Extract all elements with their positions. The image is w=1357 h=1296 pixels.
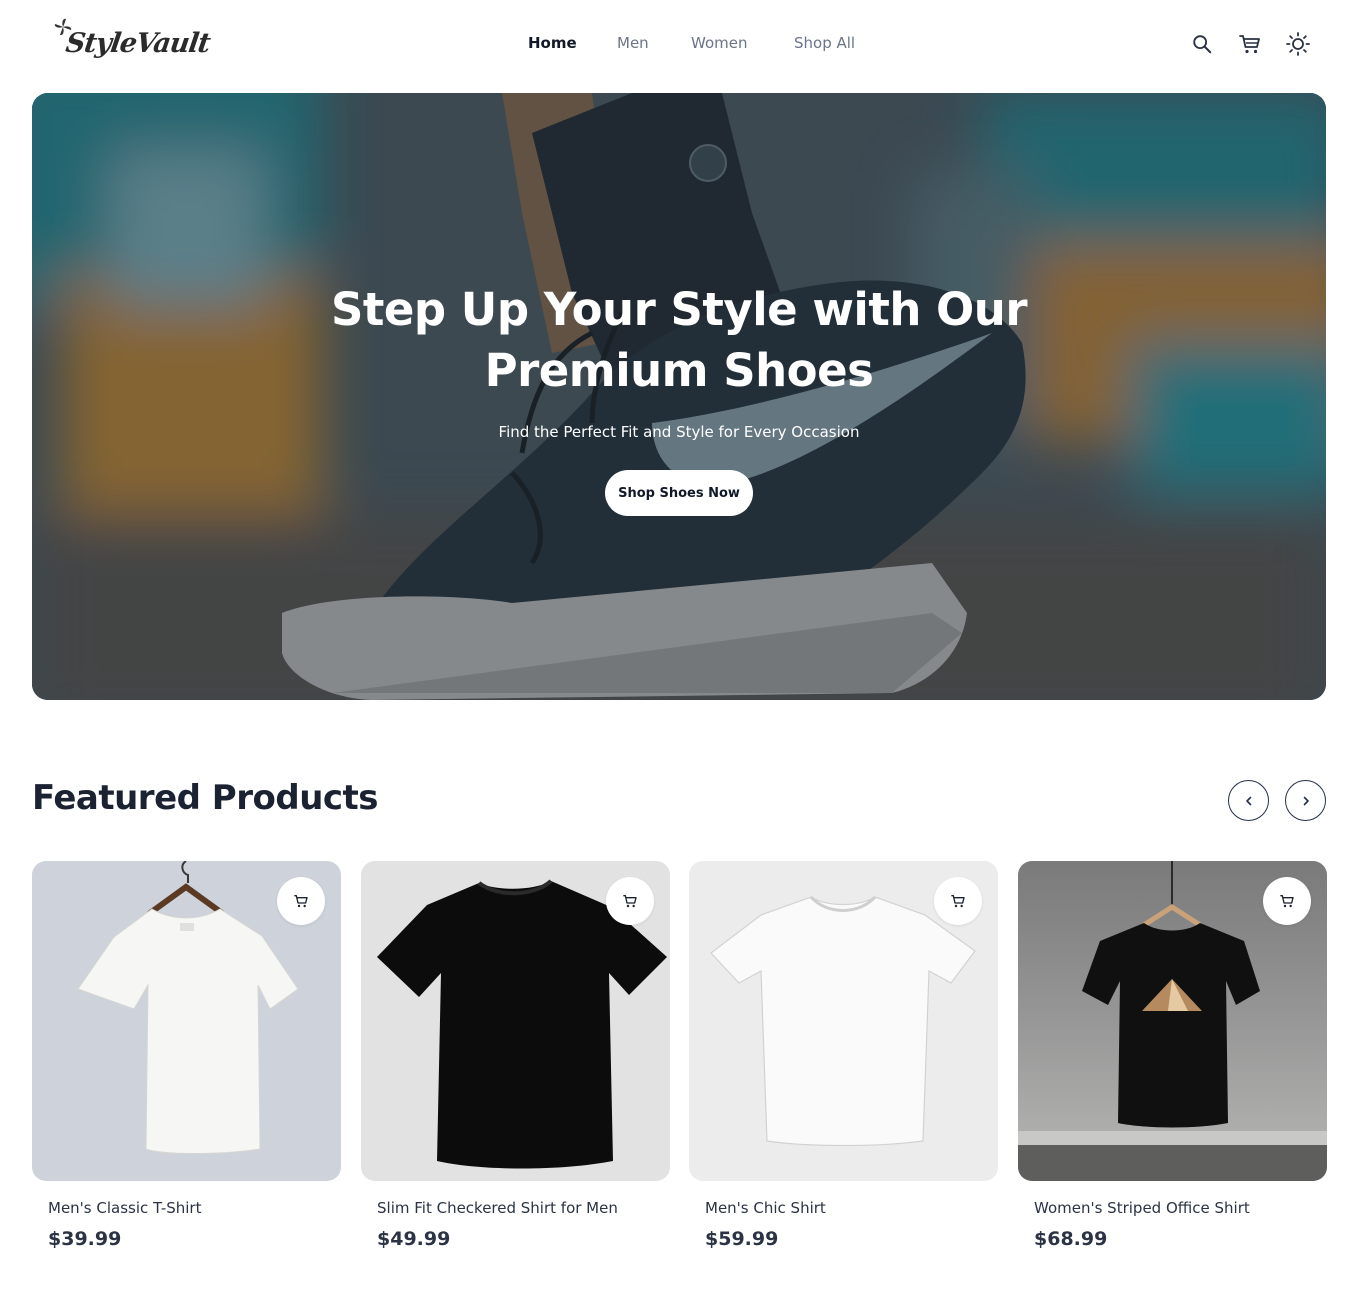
- site-header: StyleVault Home Men Women Shop All: [0, 0, 1357, 92]
- product-card[interactable]: Men's Chic Shirt $59.99: [689, 861, 998, 1261]
- hero-subtitle: Find the Perfect Fit and Style for Every…: [498, 423, 860, 441]
- hero-title-line1: Step Up Your Style with Our: [330, 283, 1028, 336]
- hero-banner: Step Up Your Style with Our Premium Shoe…: [32, 93, 1326, 700]
- cart-icon: [951, 895, 965, 908]
- product-price: $39.99: [48, 1228, 122, 1250]
- product-image[interactable]: [32, 861, 341, 1181]
- search-icon: [1193, 35, 1212, 54]
- product-price: $68.99: [1034, 1228, 1108, 1250]
- product-image[interactable]: [689, 861, 998, 1181]
- chevron-left-icon: [1245, 796, 1251, 805]
- hero-title: Step Up Your Style with Our Premium Shoe…: [32, 279, 1326, 401]
- carousel-prev-button[interactable]: [1228, 780, 1269, 821]
- brand-name: StyleVault: [63, 28, 212, 59]
- theme-toggle-button[interactable]: [1284, 30, 1312, 58]
- nav-women[interactable]: Women: [691, 34, 747, 52]
- nav-men[interactable]: Men: [617, 34, 649, 52]
- product-price: $59.99: [705, 1228, 779, 1250]
- brand-logo[interactable]: StyleVault: [52, 16, 212, 74]
- product-card[interactable]: Slim Fit Checkered Shirt for Men $49.99: [361, 861, 670, 1261]
- hero-title-line2: Premium Shoes: [484, 344, 874, 397]
- cart-icon: [623, 895, 637, 908]
- product-name[interactable]: Slim Fit Checkered Shirt for Men: [377, 1199, 618, 1217]
- chevron-right-icon: [1303, 796, 1309, 805]
- shop-shoes-button[interactable]: Shop Shoes Now: [605, 470, 753, 516]
- add-to-cart-button[interactable]: [1263, 877, 1311, 925]
- add-to-cart-button[interactable]: [934, 877, 982, 925]
- product-card[interactable]: Men's Classic T-Shirt $39.99: [32, 861, 341, 1261]
- featured-title: Featured Products: [32, 778, 379, 818]
- search-button[interactable]: [1188, 30, 1216, 58]
- sun-icon: [1286, 32, 1310, 56]
- product-card[interactable]: Women's Striped Office Shirt $68.99: [1018, 861, 1327, 1261]
- cart-icon: [1239, 35, 1260, 54]
- cart-icon: [294, 895, 308, 908]
- add-to-cart-button[interactable]: [606, 877, 654, 925]
- nav-shop-all[interactable]: Shop All: [794, 34, 855, 52]
- product-price: $49.99: [377, 1228, 451, 1250]
- product-name[interactable]: Men's Classic T-Shirt: [48, 1199, 201, 1217]
- product-name[interactable]: Men's Chic Shirt: [705, 1199, 826, 1217]
- carousel-next-button[interactable]: [1285, 780, 1326, 821]
- product-name[interactable]: Women's Striped Office Shirt: [1034, 1199, 1250, 1217]
- add-to-cart-button[interactable]: [277, 877, 325, 925]
- product-image[interactable]: [1018, 861, 1327, 1181]
- cart-icon: [1280, 895, 1294, 908]
- nav-home[interactable]: Home: [528, 34, 577, 52]
- product-image[interactable]: [361, 861, 670, 1181]
- cart-button[interactable]: [1236, 30, 1264, 58]
